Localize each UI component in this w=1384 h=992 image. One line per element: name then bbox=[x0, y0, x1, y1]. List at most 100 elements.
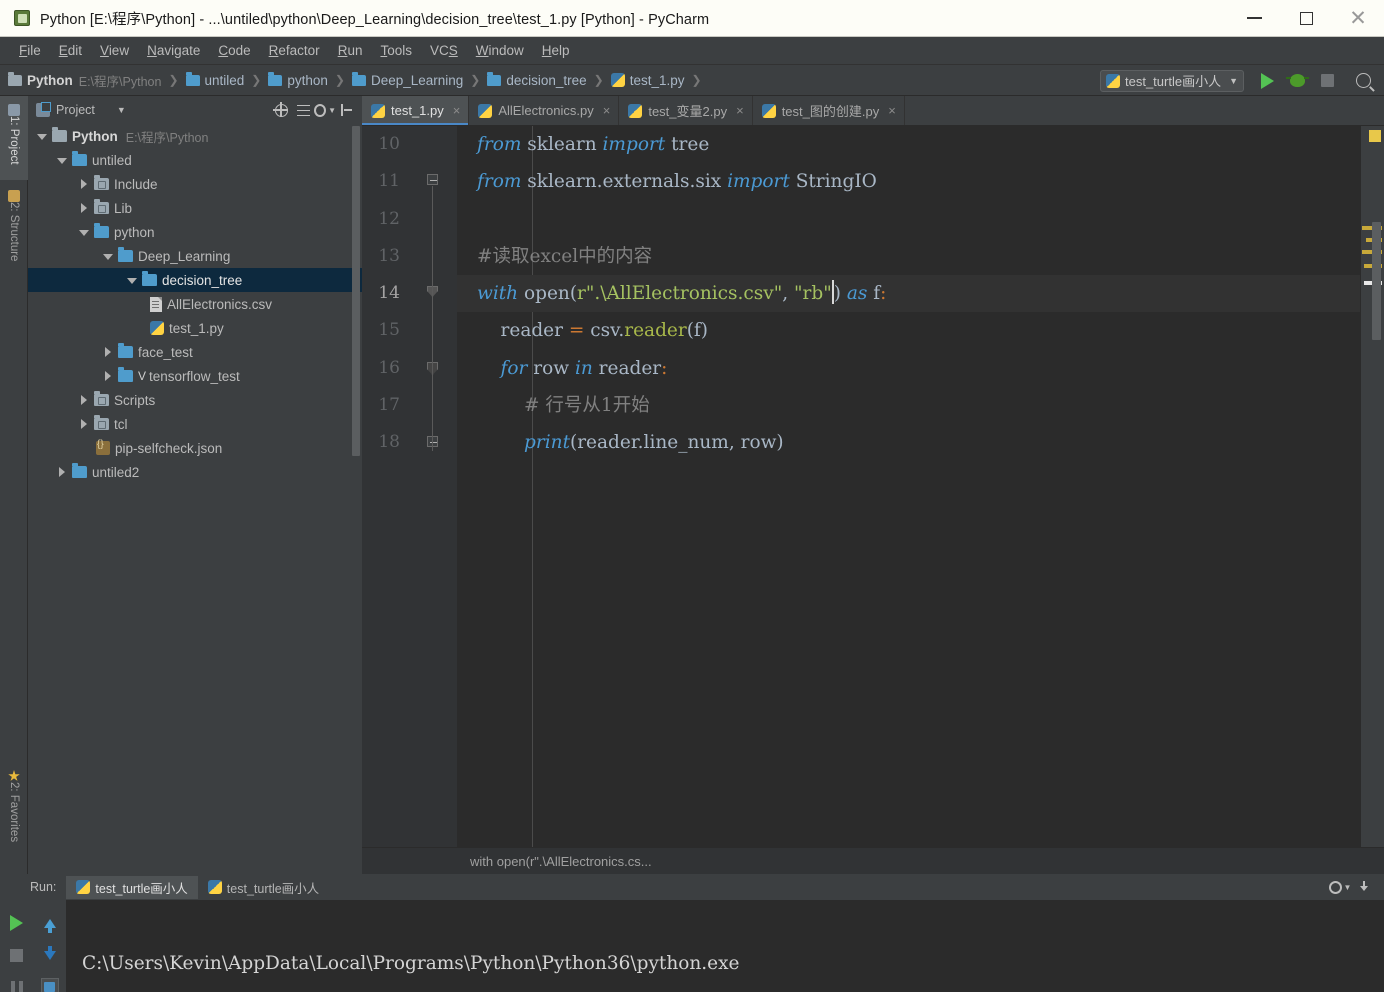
menu-item-run[interactable]: Run bbox=[329, 40, 372, 61]
project-tree[interactable]: Python E:\程序\Python untiled Include Lib bbox=[28, 124, 362, 874]
sidebar-item-favorites[interactable]: 2: Favorites bbox=[0, 762, 28, 870]
code-line-17[interactable]: # 行号从1开始 bbox=[457, 387, 1360, 424]
rerun-button[interactable] bbox=[4, 907, 30, 939]
scroll-from-source-button[interactable] bbox=[270, 99, 292, 121]
tree-row-face-test[interactable]: face_test bbox=[28, 340, 362, 364]
menu-item-edit[interactable]: Edit bbox=[50, 40, 91, 61]
fold-column[interactable] bbox=[427, 126, 449, 847]
breadcrumb-decision-tree[interactable]: decision_tree bbox=[487, 71, 587, 88]
run-configuration-selector[interactable]: test_turtle画小人 ▼ bbox=[1099, 69, 1244, 92]
tab-test-1-py[interactable]: test_1.py × bbox=[362, 96, 470, 125]
chevron-down-icon[interactable] bbox=[78, 226, 91, 239]
menu-item-file[interactable]: FFileile bbox=[10, 40, 50, 61]
soft-wrap-button[interactable] bbox=[37, 971, 63, 992]
code-line-13[interactable]: #读取excel中的内容 bbox=[457, 238, 1360, 275]
code-line-11[interactable]: from sklearn.externals.six import String… bbox=[457, 163, 1360, 200]
hide-panel-button[interactable] bbox=[336, 99, 358, 121]
close-icon[interactable]: × bbox=[603, 103, 611, 118]
chevron-right-icon[interactable] bbox=[102, 370, 115, 383]
tab-test-tudechuangjian-py[interactable]: test_图的创建.py × bbox=[753, 96, 905, 125]
settings-button[interactable]: ▼ bbox=[314, 99, 336, 121]
maximize-icon[interactable] bbox=[1280, 0, 1332, 36]
stop-process-button[interactable] bbox=[4, 939, 30, 971]
breadcrumb-untiled[interactable]: untiled bbox=[185, 71, 244, 88]
run-tab-2[interactable]: test_turtle画小人 bbox=[198, 876, 329, 899]
prev-occurrence-button[interactable] bbox=[37, 907, 63, 939]
tree-row-allelectronics-csv[interactable]: AllElectronics.csv bbox=[28, 292, 362, 316]
chevron-right-icon[interactable] bbox=[78, 178, 91, 191]
tab-allelectronics-py[interactable]: AllElectronics.py × bbox=[469, 96, 620, 125]
breadcrumb-test-1-py[interactable]: test_1.py bbox=[610, 73, 685, 88]
tree-row-untiled[interactable]: untiled bbox=[28, 148, 362, 172]
code-editor[interactable]: 10 11 12 13 14 15 16 17 18 from sklearn … bbox=[362, 126, 1384, 847]
close-icon[interactable]: × bbox=[453, 103, 461, 118]
chevron-right-icon[interactable] bbox=[56, 466, 69, 479]
chevron-right-icon[interactable] bbox=[78, 394, 91, 407]
tree-row-scripts[interactable]: Scripts bbox=[28, 388, 362, 412]
code-line-16[interactable]: for row in reader: bbox=[457, 350, 1360, 387]
run-settings-button[interactable]: ▼ bbox=[1328, 876, 1352, 898]
tab-test-bianliang2-py[interactable]: test_变量2.py × bbox=[619, 96, 753, 125]
chevron-right-icon[interactable] bbox=[78, 202, 91, 215]
code-text-area[interactable]: from sklearn import tree from sklearn.ex… bbox=[457, 126, 1360, 847]
tree-row-deep-learning[interactable]: Deep_Learning bbox=[28, 244, 362, 268]
scrollbar-thumb[interactable] bbox=[1372, 222, 1381, 340]
project-tree-scrollbar[interactable] bbox=[352, 126, 360, 456]
breadcrumb-python[interactable]: Python E:\程序\Python bbox=[8, 71, 161, 90]
breadcrumb-separator: ❯ bbox=[334, 73, 345, 87]
inspection-status-marker[interactable] bbox=[1369, 130, 1381, 142]
close-icon[interactable]: × bbox=[888, 103, 896, 118]
menu-item-vcs[interactable]: VCS bbox=[421, 40, 467, 61]
chevron-down-icon[interactable]: ▼ bbox=[117, 105, 126, 115]
tree-row-python[interactable]: Python E:\程序\Python bbox=[28, 124, 362, 148]
next-occurrence-button[interactable] bbox=[37, 939, 63, 971]
menu-item-tools[interactable]: Tools bbox=[371, 40, 421, 61]
tree-row-pip-selfcheck-json[interactable]: pip-selfcheck.json bbox=[28, 436, 362, 460]
code-line-18[interactable]: print(reader.line_num, row) bbox=[457, 424, 1360, 461]
minimize-icon[interactable] bbox=[1228, 0, 1280, 36]
tree-row-lib[interactable]: Lib bbox=[28, 196, 362, 220]
tree-row-decision-tree[interactable]: decision_tree bbox=[28, 268, 362, 292]
code-line-12[interactable] bbox=[457, 201, 1360, 238]
search-button[interactable] bbox=[1348, 68, 1378, 94]
debug-button[interactable] bbox=[1282, 68, 1312, 94]
export-button[interactable] bbox=[1352, 876, 1376, 898]
editor-gutter[interactable]: 10 11 12 13 14 15 16 17 18 bbox=[362, 126, 457, 847]
code-line-10[interactable]: from sklearn import tree bbox=[457, 126, 1360, 163]
chevron-right-icon[interactable] bbox=[78, 418, 91, 431]
chevron-right-icon[interactable] bbox=[102, 346, 115, 359]
editor-marker-bar[interactable] bbox=[1360, 126, 1384, 847]
menu-item-window[interactable]: Window bbox=[467, 40, 533, 61]
fold-minus-icon[interactable] bbox=[427, 174, 438, 185]
tree-row-test-1-py[interactable]: test_1.py bbox=[28, 316, 362, 340]
pause-output-button[interactable] bbox=[4, 971, 30, 992]
stop-button[interactable] bbox=[1312, 68, 1342, 94]
tree-row-untiled2[interactable]: untiled2 bbox=[28, 460, 362, 484]
breadcrumb-deep-learning[interactable]: Deep_Learning bbox=[351, 71, 463, 88]
tree-row-python-folder[interactable]: python bbox=[28, 220, 362, 244]
menu-item-view[interactable]: View bbox=[91, 40, 138, 61]
tree-row-tensorflow-test[interactable]: V tensorflow_test bbox=[28, 364, 362, 388]
tree-row-tcl[interactable]: tcl bbox=[28, 412, 362, 436]
menu-item-code[interactable]: Code bbox=[209, 40, 259, 61]
collapse-all-button[interactable] bbox=[292, 99, 314, 121]
tree-row-include[interactable]: Include bbox=[28, 172, 362, 196]
chevron-down-icon[interactable] bbox=[56, 154, 69, 167]
chevron-down-icon[interactable] bbox=[126, 274, 139, 287]
run-button[interactable] bbox=[1252, 68, 1282, 94]
close-icon[interactable]: × bbox=[736, 103, 744, 118]
breadcrumb-python-folder[interactable]: python bbox=[268, 71, 328, 88]
run-tab-1[interactable]: test_turtle画小人 bbox=[66, 875, 198, 899]
chevron-down-icon[interactable] bbox=[102, 250, 115, 263]
menu-item-refactor[interactable]: Refactor bbox=[260, 40, 329, 61]
sidebar-item-structure[interactable]: 2: Structure bbox=[0, 182, 28, 286]
menu-item-help[interactable]: Help bbox=[533, 40, 579, 61]
code-line-15[interactable]: reader = csv.reader(f) bbox=[457, 312, 1360, 349]
menu-item-navigate[interactable]: Navigate bbox=[138, 40, 209, 61]
code-line-14[interactable]: with open(r".\AllElectronics.csv", "rb")… bbox=[457, 275, 1360, 313]
close-icon[interactable]: ✕ bbox=[1332, 0, 1384, 36]
sidebar-item-project[interactable]: 1: Project bbox=[0, 96, 28, 180]
editor-breadcrumb-hint[interactable]: with open(r".\AllElectronics.cs... bbox=[362, 847, 1384, 874]
console-output[interactable]: C:\Users\Kevin\AppData\Local\Programs\Py… bbox=[66, 900, 1384, 992]
chevron-down-icon[interactable] bbox=[36, 130, 49, 143]
